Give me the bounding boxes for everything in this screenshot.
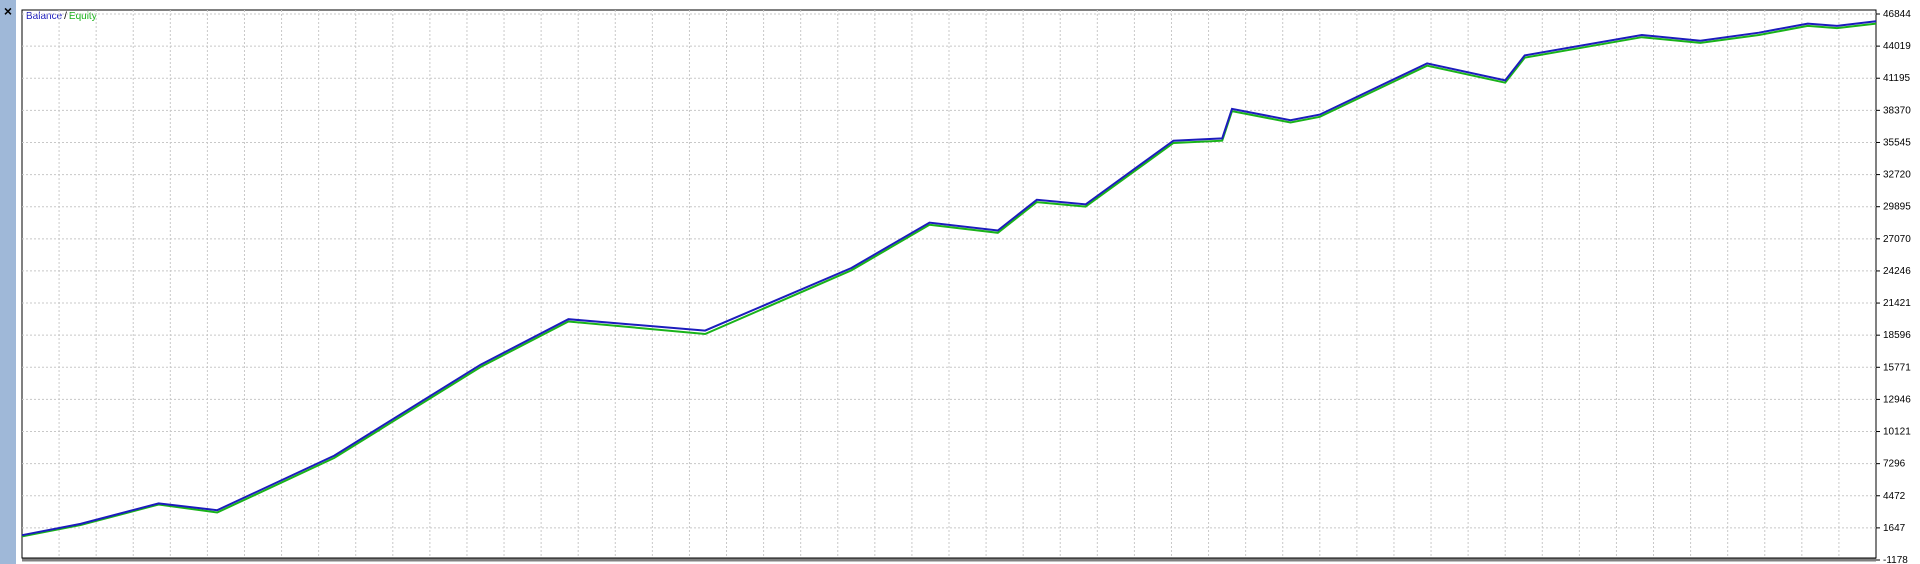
y-tick-label: 38370 xyxy=(1883,105,1911,116)
y-tick-label: 46844 xyxy=(1883,9,1911,20)
y-tick-label: 27070 xyxy=(1883,234,1911,245)
y-tick-label: 44019 xyxy=(1883,41,1911,52)
y-tick-label: 12946 xyxy=(1883,394,1911,405)
y-tick-label: 7296 xyxy=(1883,459,1906,470)
y-tick-label: 4472 xyxy=(1883,491,1906,502)
y-tick-label: 35545 xyxy=(1883,137,1911,148)
y-tick-label: 1647 xyxy=(1883,523,1906,534)
y-tick-label: 15771 xyxy=(1883,362,1911,373)
y-tick-label: 32720 xyxy=(1883,170,1911,181)
y-tick-label: 41195 xyxy=(1883,73,1911,84)
y-tick-label: 29895 xyxy=(1883,202,1911,213)
y-tick-label: -1178 xyxy=(1883,555,1908,564)
y-tick-label: 18596 xyxy=(1883,330,1911,341)
y-tick-label: 10121 xyxy=(1883,427,1911,438)
y-tick-label: 21421 xyxy=(1883,298,1911,309)
y-tick-label: 24246 xyxy=(1883,266,1911,277)
balance-equity-chart: 46844 44019 41195 38370 35545 32720 29895 27070… xyxy=(21,9,1911,564)
